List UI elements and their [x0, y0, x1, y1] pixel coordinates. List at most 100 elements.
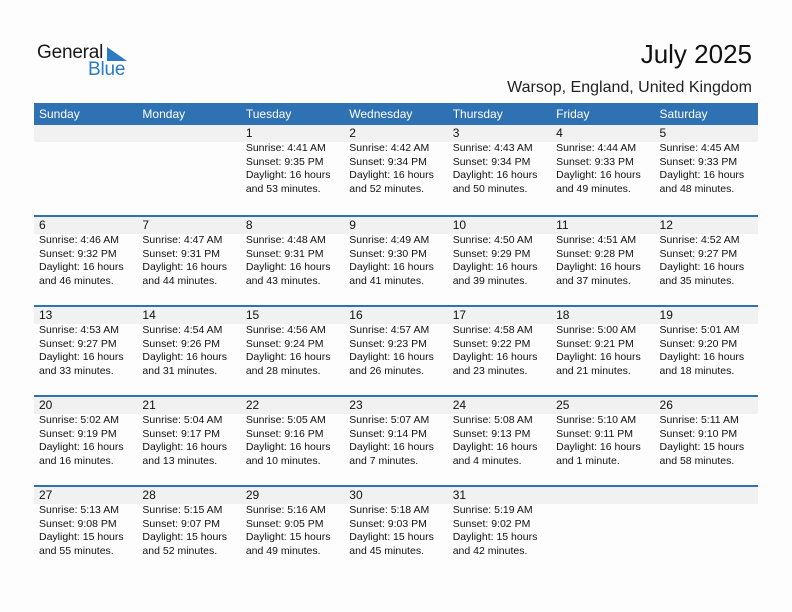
day-cell — [551, 487, 654, 558]
daylight-minutes: and 31 minutes. — [142, 364, 218, 377]
daylight-minutes: and 4 minutes. — [452, 454, 522, 467]
sunrise-time: Sunrise: 4:42 AM — [349, 142, 430, 154]
daylight-hours: Daylight: 15 hours — [452, 531, 538, 543]
sunset-time: Sunset: 9:11 PM — [556, 427, 633, 440]
day-cell: 23 Sunrise: 5:07 AM Sunset: 9:14 PM Dayligh… — [344, 397, 447, 468]
daylight-hours: Daylight: 15 hours — [245, 531, 331, 543]
day-number: 11 — [556, 218, 569, 232]
weekday-monday: Monday — [142, 107, 186, 121]
daylight-minutes: and 13 minutes. — [142, 454, 218, 467]
daylight-minutes: and 45 minutes. — [349, 544, 424, 557]
day-number: 6 — [39, 218, 46, 232]
sunrise-time: Sunrise: 5:13 AM — [39, 504, 119, 516]
day-cell: 10 Sunrise: 4:50 AM Sunset: 9:29 PM Dayligh… — [448, 217, 551, 288]
daylight-minutes: and 49 minutes. — [556, 182, 631, 195]
daylight-hours: Daylight: 16 hours — [39, 351, 124, 363]
sunset-time: Sunset: 9:03 PM — [349, 517, 427, 530]
daylight-hours: Daylight: 16 hours — [452, 261, 538, 273]
weeks-container: 1 Sunrise: 4:41 AM Sunset: 9:35 PM Daylight… — [34, 125, 758, 575]
daylight-hours: Daylight: 16 hours — [659, 351, 745, 363]
daylight-hours: Daylight: 16 hours — [245, 169, 331, 181]
sunrise-time: Sunrise: 4:52 AM — [659, 234, 740, 246]
daylight-minutes: and 42 minutes. — [452, 544, 528, 557]
day-cell: 28 Sunrise: 5:15 AM Sunset: 9:07 PM Dayligh… — [137, 487, 240, 558]
sunset-time: Sunset: 9:34 PM — [349, 155, 427, 168]
daylight-minutes: and 50 minutes. — [452, 182, 528, 195]
daylight-minutes: and 16 minutes. — [39, 454, 114, 467]
day-number: 21 — [142, 398, 156, 412]
day-cell: 14 Sunrise: 4:54 AM Sunset: 9:26 PM Dayligh… — [137, 307, 240, 378]
day-cell: 4 Sunrise: 4:44 AM Sunset: 9:33 PM Daylight… — [551, 125, 654, 196]
sunset-time: Sunset: 9:31 PM — [245, 247, 324, 260]
day-number: 2 — [349, 126, 356, 140]
sunrise-time: Sunrise: 5:16 AM — [245, 504, 326, 516]
day-number: 9 — [349, 218, 356, 232]
sunrise-time: Sunrise: 4:46 AM — [39, 234, 119, 246]
weekday-header-row: Sunday Monday Tuesday Wednesday Thursday… — [34, 103, 758, 125]
sunrise-time: Sunrise: 4:57 AM — [349, 324, 430, 336]
generalblue-logo: General Blue — [37, 43, 137, 83]
daylight-hours: Daylight: 16 hours — [142, 351, 228, 363]
daylight-minutes: and 28 minutes. — [245, 364, 321, 377]
week-days: 1 Sunrise: 4:41 AM Sunset: 9:35 PM Daylight… — [34, 125, 758, 196]
week-days: 27 Sunrise: 5:13 AM Sunset: 9:08 PM Dayligh… — [34, 487, 758, 558]
day-cell: 15 Sunrise: 4:56 AM Sunset: 9:24 PM Dayligh… — [241, 307, 344, 378]
day-number: 30 — [349, 488, 363, 502]
day-number: 10 — [452, 218, 467, 232]
daylight-hours: Daylight: 16 hours — [659, 261, 745, 273]
day-cell: 5 Sunrise: 4:45 AM Sunset: 9:33 PM Daylight… — [655, 125, 758, 196]
sunrise-time: Sunrise: 5:15 AM — [142, 504, 223, 516]
sunrise-time: Sunrise: 4:41 AM — [245, 142, 326, 154]
sunset-time: Sunset: 9:33 PM — [659, 155, 738, 168]
sunrise-time: Sunrise: 4:51 AM — [556, 234, 637, 246]
day-cell — [137, 125, 240, 196]
day-cell: 31 Sunrise: 5:19 AM Sunset: 9:02 PM Dayligh… — [448, 487, 551, 558]
sunset-time: Sunset: 9:14 PM — [349, 427, 427, 440]
sunrise-time: Sunrise: 4:56 AM — [245, 324, 326, 336]
daylight-minutes: and 48 minutes. — [659, 182, 735, 195]
daylight-hours: Daylight: 16 hours — [349, 261, 434, 273]
day-cell: 6 Sunrise: 4:46 AM Sunset: 9:32 PM Daylight… — [34, 217, 137, 288]
sunrise-time: Sunrise: 5:19 AM — [452, 504, 533, 516]
sunset-time: Sunset: 9:05 PM — [245, 517, 324, 530]
day-number — [142, 125, 240, 142]
sunset-time: Sunset: 9:13 PM — [452, 427, 531, 440]
day-cell: 29 Sunrise: 5:16 AM Sunset: 9:05 PM Dayligh… — [241, 487, 344, 558]
daylight-minutes: and 49 minutes. — [245, 544, 321, 557]
sunrise-time: Sunrise: 4:54 AM — [142, 324, 223, 336]
daylight-hours: Daylight: 16 hours — [142, 261, 228, 273]
daylight-hours: Daylight: 15 hours — [659, 441, 745, 453]
sunset-time: Sunset: 9:27 PM — [659, 247, 738, 260]
day-cell: 16 Sunrise: 4:57 AM Sunset: 9:23 PM Dayligh… — [344, 307, 447, 378]
sunset-time: Sunset: 9:27 PM — [39, 337, 117, 350]
day-number: 14 — [142, 308, 156, 322]
daylight-minutes: and 55 minutes. — [39, 544, 114, 557]
sunset-time: Sunset: 9:10 PM — [659, 427, 738, 440]
daylight-minutes: and 35 minutes. — [659, 274, 735, 287]
day-number: 3 — [452, 126, 460, 140]
sunset-time: Sunset: 9:24 PM — [245, 337, 324, 350]
sunrise-time: Sunrise: 5:18 AM — [349, 504, 430, 516]
day-cell — [655, 487, 758, 558]
day-cell: 27 Sunrise: 5:13 AM Sunset: 9:08 PM Dayligh… — [34, 487, 137, 558]
weekday-friday: Friday — [556, 107, 590, 121]
day-number: 15 — [245, 308, 260, 322]
daylight-minutes: and 39 minutes. — [452, 274, 528, 287]
sunrise-time: Sunrise: 5:01 AM — [659, 324, 740, 336]
day-number: 12 — [659, 218, 673, 232]
sunrise-time: Sunrise: 4:44 AM — [556, 142, 637, 154]
day-number: 16 — [349, 308, 363, 322]
daylight-hours: Daylight: 15 hours — [142, 531, 228, 543]
sunset-time: Sunset: 9:35 PM — [245, 155, 324, 168]
sunset-time: Sunset: 9:22 PM — [452, 337, 531, 350]
daylight-hours: Daylight: 16 hours — [659, 169, 745, 181]
day-number: 28 — [142, 488, 156, 502]
day-cell: 20 Sunrise: 5:02 AM Sunset: 9:19 PM Dayligh… — [34, 397, 137, 468]
logo-word-blue: Blue — [88, 59, 126, 80]
day-number: 24 — [452, 398, 467, 412]
daylight-minutes: and 10 minutes. — [245, 454, 321, 467]
sunset-time: Sunset: 9:33 PM — [556, 155, 634, 168]
sunset-time: Sunset: 9:16 PM — [245, 427, 324, 440]
daylight-hours: Daylight: 16 hours — [142, 441, 228, 453]
day-number — [39, 125, 137, 142]
